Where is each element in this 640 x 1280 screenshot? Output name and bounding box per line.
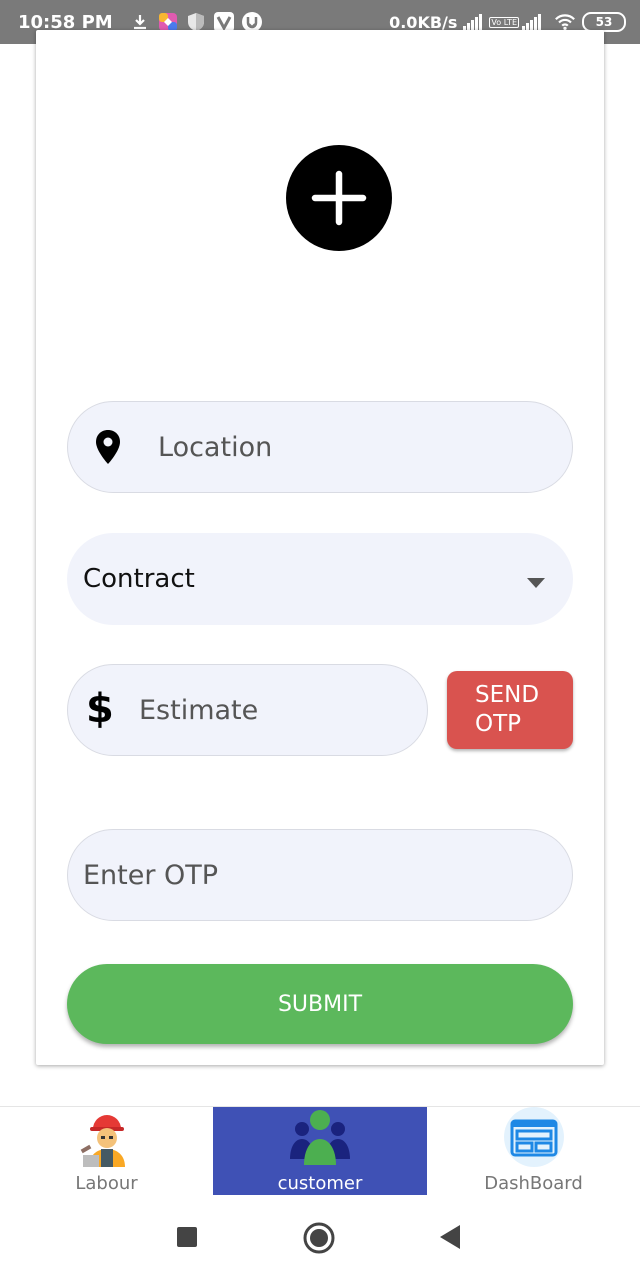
customer-group-icon (288, 1107, 352, 1169)
system-navigation (0, 1196, 640, 1280)
contract-selected-value: Contract (83, 564, 195, 594)
nav-label-dashboard: DashBoard (484, 1173, 583, 1194)
submit-button[interactable]: SUBMIT (67, 964, 573, 1044)
send-otp-button[interactable]: SEND OTP (447, 671, 573, 749)
nav-label-customer: customer (277, 1173, 363, 1194)
nav-label-labour: Labour (75, 1173, 138, 1194)
location-input[interactable]: Location (158, 432, 272, 463)
otp-field[interactable]: Enter OTP (67, 829, 573, 921)
volte-icon: Vo LTE (489, 16, 519, 28)
labour-worker-icon (75, 1107, 139, 1169)
nav-item-labour[interactable]: Labour (0, 1107, 213, 1195)
back-icon[interactable] (438, 1224, 462, 1254)
recent-apps-icon[interactable] (176, 1226, 198, 1252)
estimate-field[interactable]: $ Estimate (67, 664, 428, 756)
send-otp-label: SEND OTP (475, 682, 540, 737)
contract-dropdown[interactable]: Contract (67, 533, 573, 625)
dropdown-arrow-icon (527, 573, 545, 592)
signal-icon-2 (522, 13, 542, 31)
network-speed: 0.0KB/s (389, 12, 458, 32)
nav-item-dashboard[interactable]: DashBoard (427, 1107, 640, 1195)
dollar-icon: $ (86, 686, 114, 732)
bottom-navigation: Labour customer DashBoard (0, 1106, 640, 1197)
add-image-button[interactable] (286, 145, 392, 251)
estimate-input[interactable]: Estimate (139, 695, 258, 726)
home-icon[interactable] (303, 1222, 335, 1258)
otp-input[interactable]: Enter OTP (83, 860, 218, 891)
nav-item-customer[interactable]: customer (213, 1107, 427, 1195)
signal-icon (463, 13, 483, 31)
location-field[interactable]: Location (67, 401, 573, 493)
dashboard-icon (502, 1107, 566, 1169)
location-pin-icon (96, 430, 120, 468)
battery-icon: 53 (582, 12, 626, 32)
submit-label: SUBMIT (277, 991, 363, 1017)
plus-icon (311, 170, 367, 226)
